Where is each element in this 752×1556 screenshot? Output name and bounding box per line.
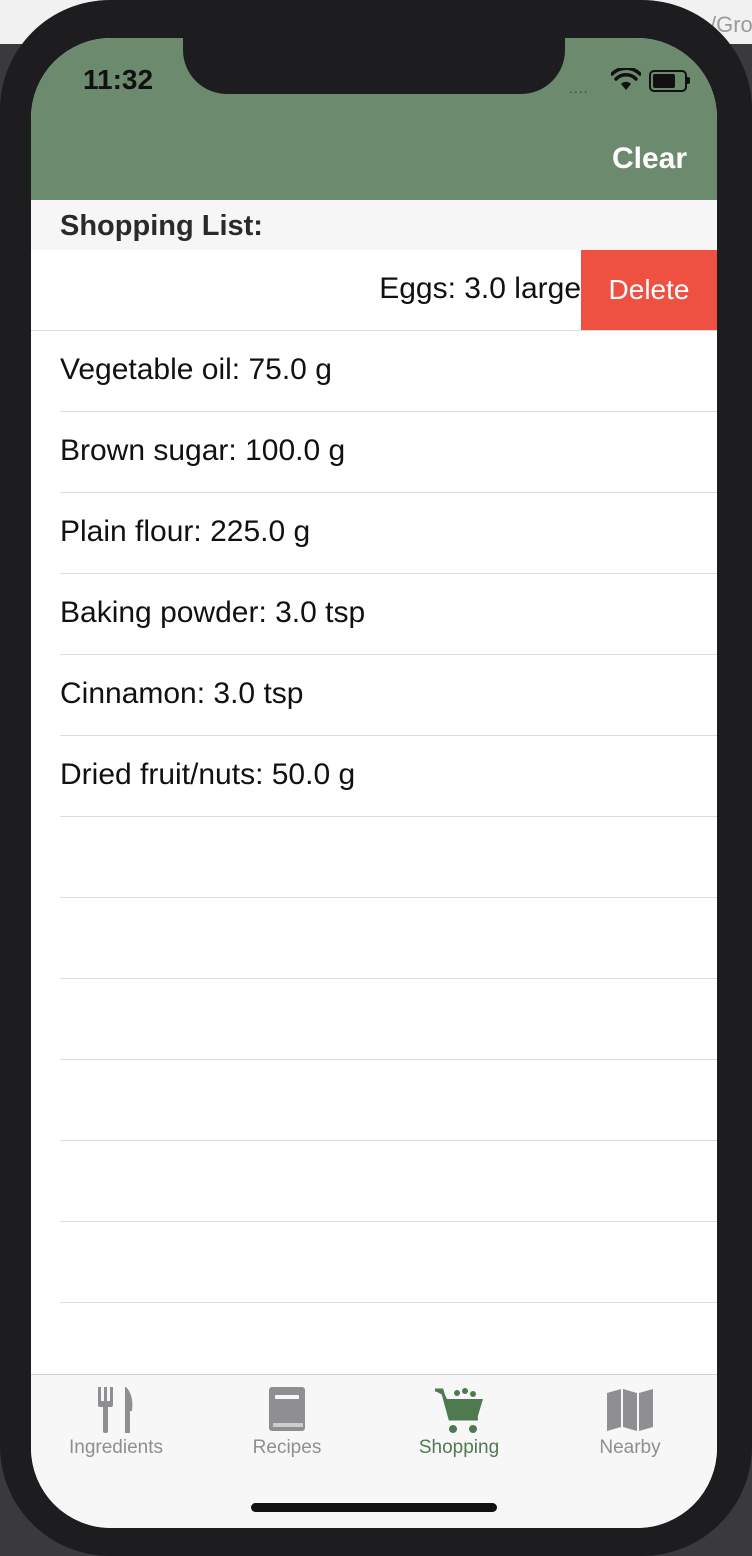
list-item-label: Baking powder: 3.0 tsp [60, 596, 366, 629]
signal-icon: .... [569, 80, 589, 96]
cart-icon [435, 1388, 483, 1433]
tab-ingredients[interactable]: Ingredients [41, 1385, 191, 1465]
status-icons: .... [567, 66, 697, 96]
fork-knife-icon [98, 1387, 133, 1433]
list-item[interactable]: Plain flour: 225.0 g [60, 493, 717, 574]
clear-button[interactable]: Clear [612, 142, 687, 176]
status-time: 11:32 [83, 64, 154, 95]
tab-shopping[interactable]: Shopping [384, 1385, 534, 1465]
list-item-swiped[interactable]: Eggs: 3.0 large Delete [31, 250, 717, 331]
notch [183, 38, 565, 94]
battery-icon [649, 70, 687, 92]
book-icon [269, 1387, 305, 1431]
tab-bar: Ingredients Recipes Shopping Nearby [31, 1374, 717, 1528]
battery-tip [687, 77, 690, 84]
empty-row [60, 898, 717, 979]
tab-recipes[interactable]: Recipes [212, 1385, 362, 1465]
section-title: Shopping List: [60, 210, 263, 242]
list-item[interactable]: Brown sugar: 100.0 g [60, 412, 717, 493]
wifi-icon [611, 68, 641, 90]
shopping-list: Eggs: 3.0 large Delete Vegetable oil: 75… [31, 250, 717, 1303]
map-icon [607, 1389, 653, 1431]
list-item[interactable]: Vegetable oil: 75.0 g [60, 331, 717, 412]
empty-row [60, 817, 717, 898]
list-item-label: Vegetable oil: 75.0 g [60, 353, 332, 386]
list-item-label: Plain flour: 225.0 g [60, 515, 311, 548]
empty-row [60, 1141, 717, 1222]
tab-label: Ingredients [68, 1437, 163, 1458]
list-item-label: Eggs: 3.0 large [379, 272, 581, 305]
delete-button[interactable]: Delete [581, 250, 717, 330]
list-item[interactable]: Baking powder: 3.0 tsp [60, 574, 717, 655]
navigation-bar: 11:32 .... Clear [31, 38, 717, 200]
home-indicator[interactable] [251, 1503, 497, 1512]
list-item[interactable]: Dried fruit/nuts: 50.0 g [60, 736, 717, 817]
phone-screen: 11:32 .... Clear Shopping List: Eggs: 3.… [31, 38, 717, 1528]
list-item-label: Brown sugar: 100.0 g [60, 434, 346, 467]
phone-frame: 11:32 .... Clear Shopping List: Eggs: 3.… [0, 0, 752, 1556]
tab-label: Nearby [599, 1437, 661, 1458]
section-header: Shopping List: [31, 200, 717, 250]
tab-label: Shopping [418, 1437, 500, 1458]
tab-label: Recipes [252, 1437, 322, 1458]
empty-row [60, 1060, 717, 1141]
empty-row [60, 979, 717, 1060]
tab-nearby[interactable]: Nearby [555, 1385, 705, 1465]
swiped-text-clip: Eggs: 3.0 large [31, 250, 581, 330]
list-item[interactable]: Cinnamon: 3.0 tsp [60, 655, 717, 736]
empty-row [60, 1222, 717, 1303]
list-item-label: Cinnamon: 3.0 tsp [60, 677, 304, 710]
list-item-label: Dried fruit/nuts: 50.0 g [60, 758, 356, 791]
